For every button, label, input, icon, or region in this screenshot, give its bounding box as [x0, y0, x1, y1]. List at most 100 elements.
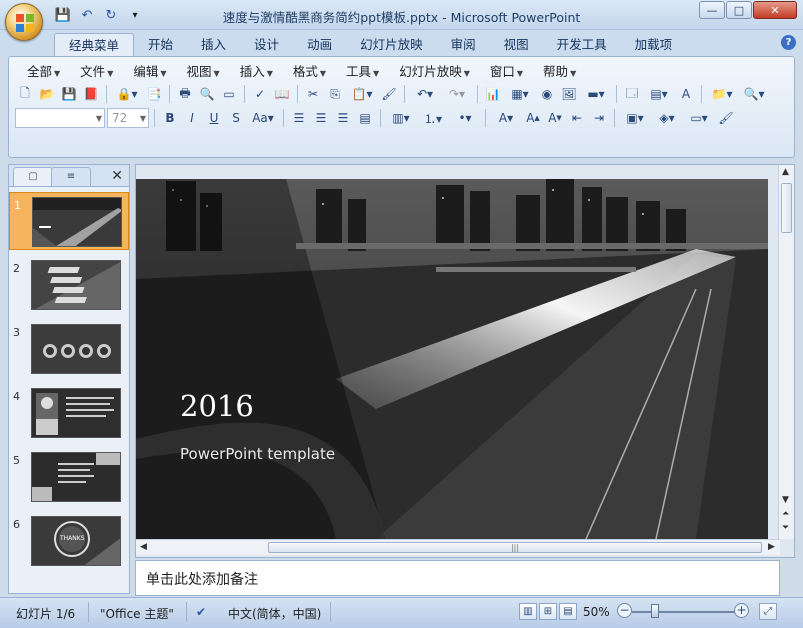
slide-thumbnail[interactable]: 3: [9, 320, 129, 378]
arrange-icon[interactable]: ▭▾: [684, 108, 714, 128]
clipart-icon[interactable]: ◉: [537, 84, 557, 104]
tab-slideshow[interactable]: 幻灯片放映: [346, 33, 437, 56]
tab-view[interactable]: 视图: [490, 33, 543, 56]
scroll-left-icon[interactable]: ◀: [140, 542, 147, 552]
save-icon[interactable]: 💾: [59, 84, 79, 104]
slide-thumbnail[interactable]: 1: [9, 192, 129, 250]
menu-file[interactable]: 文件 ▼: [70, 63, 123, 81]
color-scheme-icon[interactable]: ▬▾: [581, 84, 611, 104]
scroll-right-icon[interactable]: ▶: [768, 542, 775, 552]
slide-sorter-icon[interactable]: ⊞: [539, 603, 557, 620]
next-slide-icon[interactable]: ⏷: [782, 523, 789, 533]
paste-icon[interactable]: 📋▾: [347, 84, 377, 104]
slideshow-view-icon[interactable]: ▤: [559, 603, 577, 620]
shrink-font-icon[interactable]: A ▼: [545, 108, 565, 128]
tab-developer[interactable]: 开发工具: [543, 33, 621, 56]
print-preview-icon[interactable]: 🔍: [197, 84, 217, 104]
scroll-up-icon[interactable]: ▲: [782, 167, 789, 177]
fit-to-window-icon[interactable]: ⤢: [759, 603, 777, 620]
zoom-slider[interactable]: [632, 611, 736, 613]
menu-format[interactable]: 格式 ▼: [283, 63, 336, 81]
zoom-level[interactable]: 50%: [583, 605, 610, 619]
slide-thumbnail[interactable]: 4: [9, 384, 129, 442]
menu-slideshow[interactable]: 幻灯片放映 ▼: [389, 63, 480, 81]
italic-icon[interactable]: I: [182, 108, 202, 128]
shadow-icon[interactable]: S: [226, 108, 246, 128]
format-painter-icon[interactable]: 🖌: [379, 84, 399, 104]
align-center-icon[interactable]: ☰: [311, 108, 331, 128]
shapes-icon[interactable]: ◈▾: [652, 108, 682, 128]
new-slide-icon[interactable]: 🗔: [622, 84, 642, 104]
menu-edit[interactable]: 编辑 ▼: [123, 63, 176, 81]
font-size-combo[interactable]: 72 ▼: [107, 108, 149, 128]
decrease-indent-icon[interactable]: ⇤: [567, 108, 587, 128]
current-slide[interactable]: 2016 PowerPoint template: [136, 179, 768, 539]
undo-icon[interactable]: ↶▾: [410, 84, 440, 104]
print-icon[interactable]: 🖶: [175, 84, 195, 104]
columns-icon[interactable]: ▥▾: [386, 108, 416, 128]
table-icon[interactable]: ▦▾: [505, 84, 535, 104]
font-color-icon[interactable]: A▾: [491, 108, 521, 128]
textbox-icon[interactable]: A: [676, 84, 696, 104]
change-case-icon[interactable]: Aa▾: [248, 108, 278, 128]
save-pdf-icon[interactable]: 📕: [81, 84, 101, 104]
notes-pane[interactable]: 单击此处添加备注: [135, 560, 780, 596]
previous-slide-icon[interactable]: ⏶: [782, 509, 789, 519]
tab-animations[interactable]: 动画: [293, 33, 346, 56]
tab-home[interactable]: 开始: [134, 33, 187, 56]
menu-all[interactable]: 全部 ▼: [17, 63, 70, 81]
justify-icon[interactable]: ▤: [355, 108, 375, 128]
normal-view-icon[interactable]: ▥: [519, 603, 537, 620]
tab-review[interactable]: 审阅: [437, 33, 490, 56]
vertical-scrollbar[interactable]: ▲ ▼ ⏶ ⏷: [778, 165, 794, 539]
maximize-button[interactable]: □: [726, 1, 752, 19]
horizontal-scrollbar[interactable]: ◀ ||| ▶: [136, 539, 780, 555]
open-folder-icon[interactable]: 📂: [37, 84, 57, 104]
tab-classic-menu[interactable]: 经典菜单: [54, 33, 135, 56]
menu-help[interactable]: 帮助 ▼: [533, 63, 586, 81]
menu-tools[interactable]: 工具 ▼: [336, 63, 389, 81]
scrollbar-thumb[interactable]: |||: [268, 542, 762, 553]
tab-design[interactable]: 设计: [240, 33, 293, 56]
fullscreen-icon[interactable]: ▭: [219, 84, 239, 104]
scroll-down-icon[interactable]: ▼: [782, 495, 789, 505]
redo-icon[interactable]: ↷▾: [442, 84, 472, 104]
search-icon[interactable]: 🔍▾: [739, 84, 769, 104]
publish-icon[interactable]: 📑: [144, 84, 164, 104]
zoom-out-icon[interactable]: −: [617, 603, 632, 618]
bold-icon[interactable]: B: [160, 108, 180, 128]
tab-slides[interactable]: ▢: [13, 167, 53, 186]
align-left-icon[interactable]: ☰: [289, 108, 309, 128]
font-name-combo[interactable]: ▼: [15, 108, 105, 128]
fill-icon[interactable]: 🖌: [716, 108, 736, 128]
close-icon[interactable]: ✕: [111, 168, 123, 184]
copy-icon[interactable]: ⎘: [325, 84, 345, 104]
menu-insert[interactable]: 插入 ▼: [230, 63, 283, 81]
open-folder-icon[interactable]: 📁▾: [707, 84, 737, 104]
slide-title[interactable]: 2016: [180, 389, 254, 423]
scrollbar-thumb[interactable]: [781, 183, 792, 233]
numbering-icon[interactable]: ⒈▾: [418, 108, 448, 128]
new-file-icon[interactable]: 🗋: [15, 84, 35, 104]
spelling-icon[interactable]: ✓: [250, 84, 270, 104]
research-icon[interactable]: 📖: [272, 84, 292, 104]
office-button[interactable]: [5, 3, 43, 41]
tab-addins[interactable]: 加载项: [621, 33, 687, 56]
align-right-icon[interactable]: ☰: [333, 108, 353, 128]
zoom-in-icon[interactable]: +: [734, 603, 749, 618]
layout-icon[interactable]: ▤▾: [644, 84, 674, 104]
design-icon[interactable]: ▣▾: [620, 108, 650, 128]
grow-font-icon[interactable]: A ▲: [523, 108, 543, 128]
tab-insert[interactable]: 插入: [187, 33, 240, 56]
slide-thumbnail[interactable]: 2: [9, 256, 129, 314]
tab-outline[interactable]: ≡: [51, 167, 91, 186]
language-indicator[interactable]: 中文(简体，中国): [228, 605, 321, 622]
increase-indent-icon[interactable]: ⇥: [589, 108, 609, 128]
close-button[interactable]: ✕: [753, 1, 797, 19]
slide-thumbnail[interactable]: 6 THANKS: [9, 512, 129, 570]
underline-icon[interactable]: U: [204, 108, 224, 128]
slide-subtitle[interactable]: PowerPoint template: [180, 445, 335, 463]
cut-icon[interactable]: ✂: [303, 84, 323, 104]
menu-window[interactable]: 窗口 ▼: [480, 63, 533, 81]
help-icon[interactable]: ?: [781, 35, 796, 50]
